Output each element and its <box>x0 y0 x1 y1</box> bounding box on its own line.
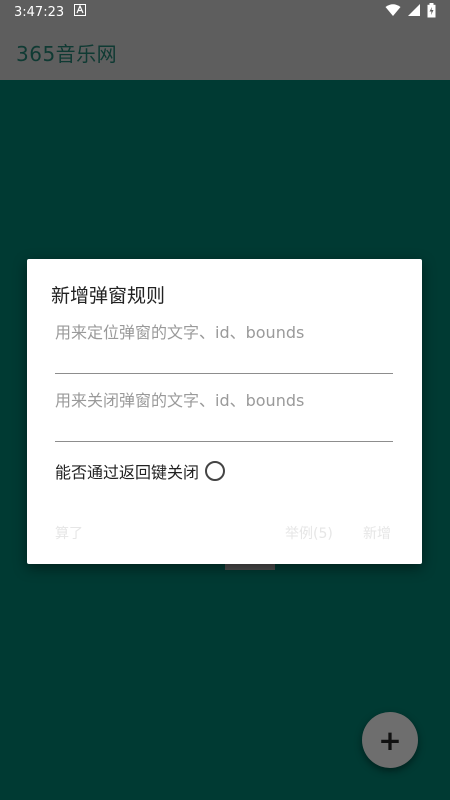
signal-icon <box>407 3 421 21</box>
a-icon <box>74 4 87 20</box>
close-popup-field <box>55 389 393 442</box>
app-bar: 365音乐网 <box>0 24 450 80</box>
examples-button[interactable]: 举例(5) <box>285 523 333 543</box>
dialog-actions: 算了 举例(5) 新增 <box>27 523 422 553</box>
status-left: 3:47:23 <box>14 4 87 20</box>
dialog-title: 新增弹窗规则 <box>51 285 166 307</box>
close-popup-input[interactable] <box>55 389 393 437</box>
plus-icon: + <box>378 723 402 757</box>
add-popup-rule-dialog: 新增弹窗规则 能否通过返回键关闭 算了 举例(5) 新增 <box>27 259 422 564</box>
locate-popup-input[interactable] <box>55 321 393 369</box>
back-key-radio[interactable] <box>205 461 226 481</box>
cancel-button[interactable]: 算了 <box>55 523 83 543</box>
locate-popup-field <box>55 321 393 374</box>
battery-icon <box>427 2 436 22</box>
add-button[interactable]: 新增 <box>363 523 391 543</box>
back-key-row[interactable]: 能否通过返回键关闭 <box>55 459 226 483</box>
status-bar: 3:47:23 <box>0 0 450 24</box>
add-fab-button[interactable]: + <box>362 712 418 768</box>
app-title: 365音乐网 <box>16 41 118 66</box>
background-sheet-edge <box>225 563 275 570</box>
status-right <box>385 2 436 22</box>
status-time: 3:47:23 <box>14 4 65 20</box>
wifi-icon <box>385 3 401 21</box>
back-key-label: 能否通过返回键关闭 <box>55 463 200 482</box>
